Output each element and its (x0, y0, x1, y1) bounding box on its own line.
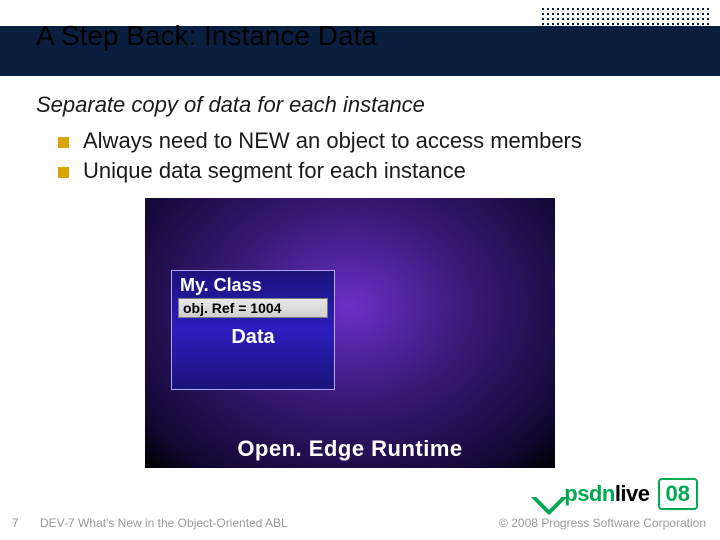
logo-psdn: psdn (564, 481, 615, 506)
instance-data-label: Data (172, 326, 334, 349)
footer-note: DEV-7 What's New in the Object-Oriented … (40, 516, 288, 530)
instance-box: My. Class obj. Ref = 1004 Data (171, 270, 335, 390)
logo-year: 08 (658, 478, 698, 510)
bullet-list: Always need to NEW an object to access m… (58, 128, 668, 188)
title-bar: A Step Back: Instance Data (0, 0, 720, 76)
slide: A Step Back: Instance Data Separate copy… (0, 0, 720, 540)
list-item: Always need to NEW an object to access m… (58, 128, 668, 154)
bullet-text: Unique data segment for each instance (83, 158, 466, 184)
brand-logo: psdnlive 08 (534, 478, 698, 510)
bullet-square-icon (58, 167, 69, 178)
instance-objref: obj. Ref = 1004 (178, 298, 328, 318)
runtime-label: Open. Edge Runtime (145, 436, 555, 462)
progress-chevron-icon (534, 482, 558, 506)
footer-copyright: © 2008 Progress Software Corporation (499, 516, 706, 530)
slide-title: A Step Back: Instance Data (36, 20, 377, 52)
logo-live: live (615, 481, 650, 506)
page-number: 7 (12, 516, 19, 530)
list-item: Unique data segment for each instance (58, 158, 668, 184)
diagram-runtime: My. Class obj. Ref = 1004 Data Open. Edg… (145, 198, 555, 468)
logo-text: psdnlive (564, 481, 649, 507)
instance-class-name: My. Class (172, 271, 334, 298)
bullet-square-icon (58, 137, 69, 148)
bullet-text: Always need to NEW an object to access m… (83, 128, 582, 154)
decor-dot-grid (540, 6, 710, 31)
slide-subhead: Separate copy of data for each instance (36, 92, 425, 118)
